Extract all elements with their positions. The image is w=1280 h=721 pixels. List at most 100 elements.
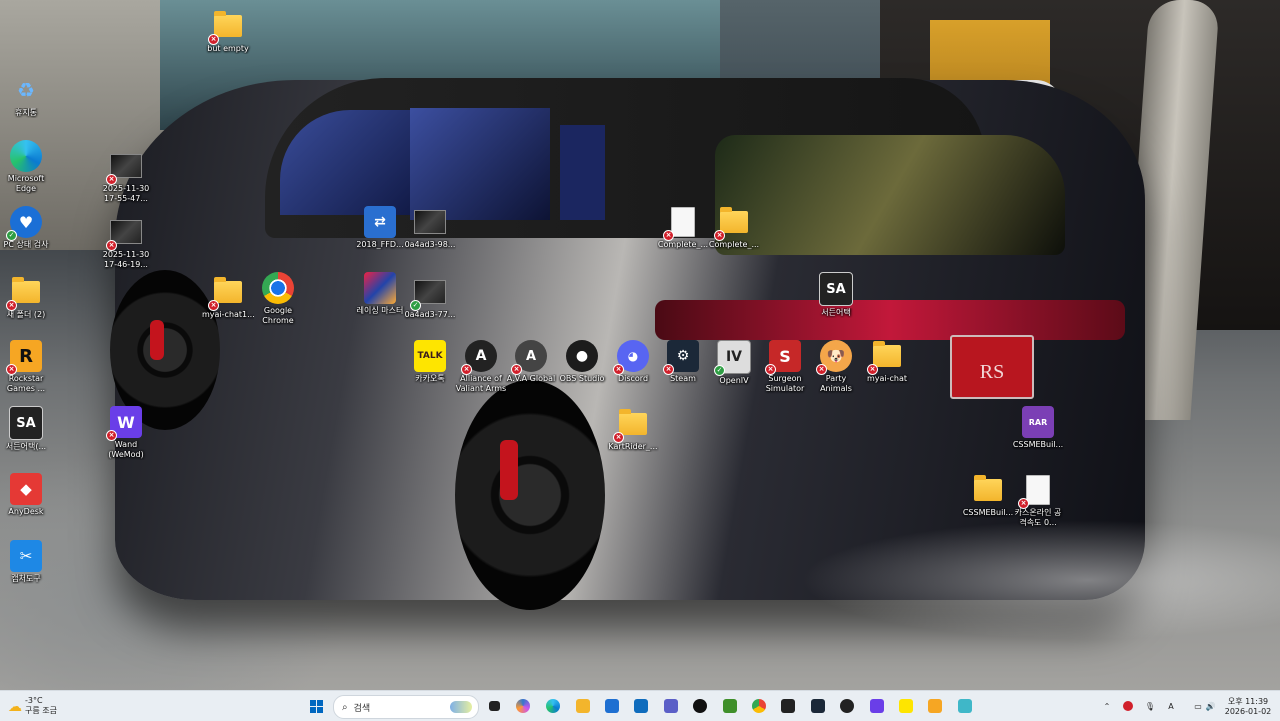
desktop-icon-obs-studio[interactable]: ● OBS Studio (556, 340, 608, 384)
epic-games-icon (781, 699, 795, 713)
desktop-icon-anydesk[interactable]: ◆ AnyDesk (0, 473, 52, 517)
obs-taskbar-button[interactable] (839, 691, 855, 721)
tray-security-button[interactable] (1120, 691, 1136, 721)
desktop-icon-kakaotalk[interactable]: TALK 카카오톡 (404, 340, 456, 384)
desktop-icon-screenshot-1[interactable]: × 2025-11-30 17-55-47... (100, 150, 152, 204)
tray-mic-button[interactable]: 🎙 (1143, 691, 1157, 721)
chrome-taskbar-button[interactable] (751, 691, 767, 721)
desktop-icon-ava-global[interactable]: A × A.V.A Global (505, 340, 557, 384)
desktop-icon-but-empty[interactable]: × but empty (202, 10, 254, 54)
security-alert-icon (1123, 701, 1133, 711)
epic-button[interactable] (780, 691, 796, 721)
desktop-icon-cssme-folder[interactable]: CSSMEBuil... (962, 474, 1014, 518)
kakaotalk-icon (899, 699, 913, 713)
desktop-icon-myai-chat1[interactable]: × myai-chat1... (202, 276, 254, 320)
obs-icon (840, 699, 854, 713)
image-file-icon: × (106, 150, 142, 185)
network-icon: ▭ (1194, 701, 1202, 711)
wallpaper-caliper (500, 440, 518, 500)
task-view-button[interactable] (486, 691, 502, 721)
ime-indicator[interactable]: A (1163, 691, 1179, 721)
desktop-icon-edge[interactable]: Microsoft Edge (0, 140, 52, 194)
tray-overflow-button[interactable]: ⌃ (1100, 691, 1114, 721)
desktop-icon-kas-doc[interactable]: × 카스온라인 공격속도 0... (1012, 474, 1064, 528)
start-button[interactable] (306, 691, 326, 721)
minecraft-button[interactable] (722, 691, 738, 721)
surgeon-simulator-icon: S × (765, 340, 801, 375)
desktop-icon-wand[interactable]: W × Wand (WeMod) (100, 406, 152, 460)
desktop-icon-discord[interactable]: ◕ × Discord (607, 340, 659, 384)
teams-icon (664, 699, 678, 713)
document-icon: × (663, 206, 699, 241)
desktop-icon-steam[interactable]: ⚙ × Steam (657, 340, 709, 384)
document-icon: × (1018, 474, 1054, 509)
file-explorer-button[interactable] (575, 691, 591, 721)
desktop[interactable]: RS × but empty ♻ 휴지통 Microsoft Edge ♥ ✓ P… (0, 0, 1280, 690)
rockstar-taskbar-button[interactable] (927, 691, 943, 721)
capcut-button[interactable] (692, 691, 708, 721)
desktop-icon-cssme-rar[interactable]: RAR CSSMEBuil... (1012, 406, 1064, 450)
wallpaper-smoke (800, 520, 1280, 640)
volume-icon: 🔊 (1205, 701, 1216, 711)
desktop-icon-myai-chat[interactable]: × myai-chat (861, 340, 913, 384)
rockstar-icon: R × (6, 340, 42, 375)
outlook-icon (634, 699, 648, 713)
edge-taskbar-button[interactable] (545, 691, 561, 721)
capcut-icon (693, 699, 707, 713)
folder-icon: × (613, 408, 649, 443)
desktop-icon-racing-master[interactable]: 레이싱 마스터 (354, 272, 406, 316)
desktop-icon-2018-ffd[interactable]: ⇄ 2018_FFD... (354, 206, 406, 250)
desktop-icon-sudden-attack-left[interactable]: SA 서든어택(... (0, 406, 52, 452)
desktop-icon-folder-2[interactable]: × 새 폴더 (2) (0, 276, 52, 320)
racing-master-icon (364, 272, 396, 304)
search-highlight-icon (450, 701, 472, 713)
taskbar: ☁ -3°C 구름 조금 ⌕ 검색 ⌃ 🎙 A ▭ 🔊 오후 11:39 202… (0, 690, 1280, 721)
desktop-icon-complete-doc[interactable]: × Complete_... (657, 206, 709, 250)
desktop-icon-party-animals[interactable]: 🐶 × Party Animals (810, 340, 862, 394)
desktop-icon-pc-health[interactable]: ♥ ✓ PC 상태 검사 (0, 206, 52, 250)
desktop-icon-screenshot-4[interactable]: ✓ 0a4ad3-77... (404, 276, 456, 320)
clock[interactable]: 오후 11:39 2026-01-02 (1222, 691, 1274, 721)
kakaotalk-taskbar-button[interactable] (898, 691, 914, 721)
teams-button[interactable] (663, 691, 679, 721)
wand-taskbar-button[interactable] (869, 691, 885, 721)
desktop-icon-snipping-tool[interactable]: ✂ 캡처도구 (0, 540, 52, 584)
desktop-icon-alliance-of-valiant-arms[interactable]: A × Alliance of Valiant Arms (455, 340, 507, 394)
desktop-icon-sudden-attack[interactable]: SA 서든어택 (810, 272, 862, 318)
desktop-icon-kartrider[interactable]: × KartRider_... (607, 408, 659, 452)
copilot-button[interactable] (515, 691, 531, 721)
desktop-icon-rockstar[interactable]: R × Rockstar Games ... (0, 340, 52, 394)
sudden-attack-icon: SA (819, 272, 853, 306)
desktop-icon-openiv[interactable]: IV ✓ OpenIV (708, 340, 760, 386)
taskbar-search[interactable]: ⌕ 검색 (333, 695, 479, 719)
recycle-bin-icon: ♻ (17, 78, 35, 102)
chrome-icon (262, 272, 294, 304)
edge-icon (546, 699, 560, 713)
quick-settings-button[interactable]: ▭ 🔊 (1185, 691, 1225, 721)
desktop-icon-surgeon-simulator[interactable]: S × Surgeon Simulator (759, 340, 811, 394)
desktop-icon-complete-folder[interactable]: × Complete_... (708, 206, 760, 250)
folder-icon: × (6, 276, 42, 311)
desktop-icon-chrome[interactable]: Google Chrome (252, 272, 304, 326)
copilot-icon (516, 699, 530, 713)
outlook-button[interactable] (633, 691, 649, 721)
steam-taskbar-button[interactable] (810, 691, 826, 721)
edge-icon (10, 140, 42, 172)
store-icon (605, 699, 619, 713)
desktop-icon-screenshot-2[interactable]: × 2025-11-30 17-46-19... (100, 216, 152, 270)
folder-icon (972, 474, 1004, 506)
steam-icon (811, 699, 825, 713)
store-button[interactable] (604, 691, 620, 721)
anydesk-icon: ◆ (10, 473, 42, 505)
desktop-icon-recycle-bin[interactable]: ♻ 휴지통 (0, 74, 52, 118)
wallpaper-car-plate: RS (950, 335, 1034, 399)
openiv-icon: IV ✓ (714, 340, 751, 376)
wallpaper-car-wheel (455, 380, 605, 610)
image-file-icon: × (106, 216, 142, 251)
notepad-taskbar-button[interactable] (957, 691, 973, 721)
chevron-up-icon: ⌃ (1103, 701, 1111, 711)
weather-widget[interactable]: ☁ -3°C 구름 조금 (8, 691, 78, 721)
folder-icon: × (867, 340, 903, 375)
desktop-icon-screenshot-3[interactable]: 0a4ad3-98... (404, 206, 456, 250)
heart-pulse-icon: ♥ ✓ (6, 206, 42, 241)
